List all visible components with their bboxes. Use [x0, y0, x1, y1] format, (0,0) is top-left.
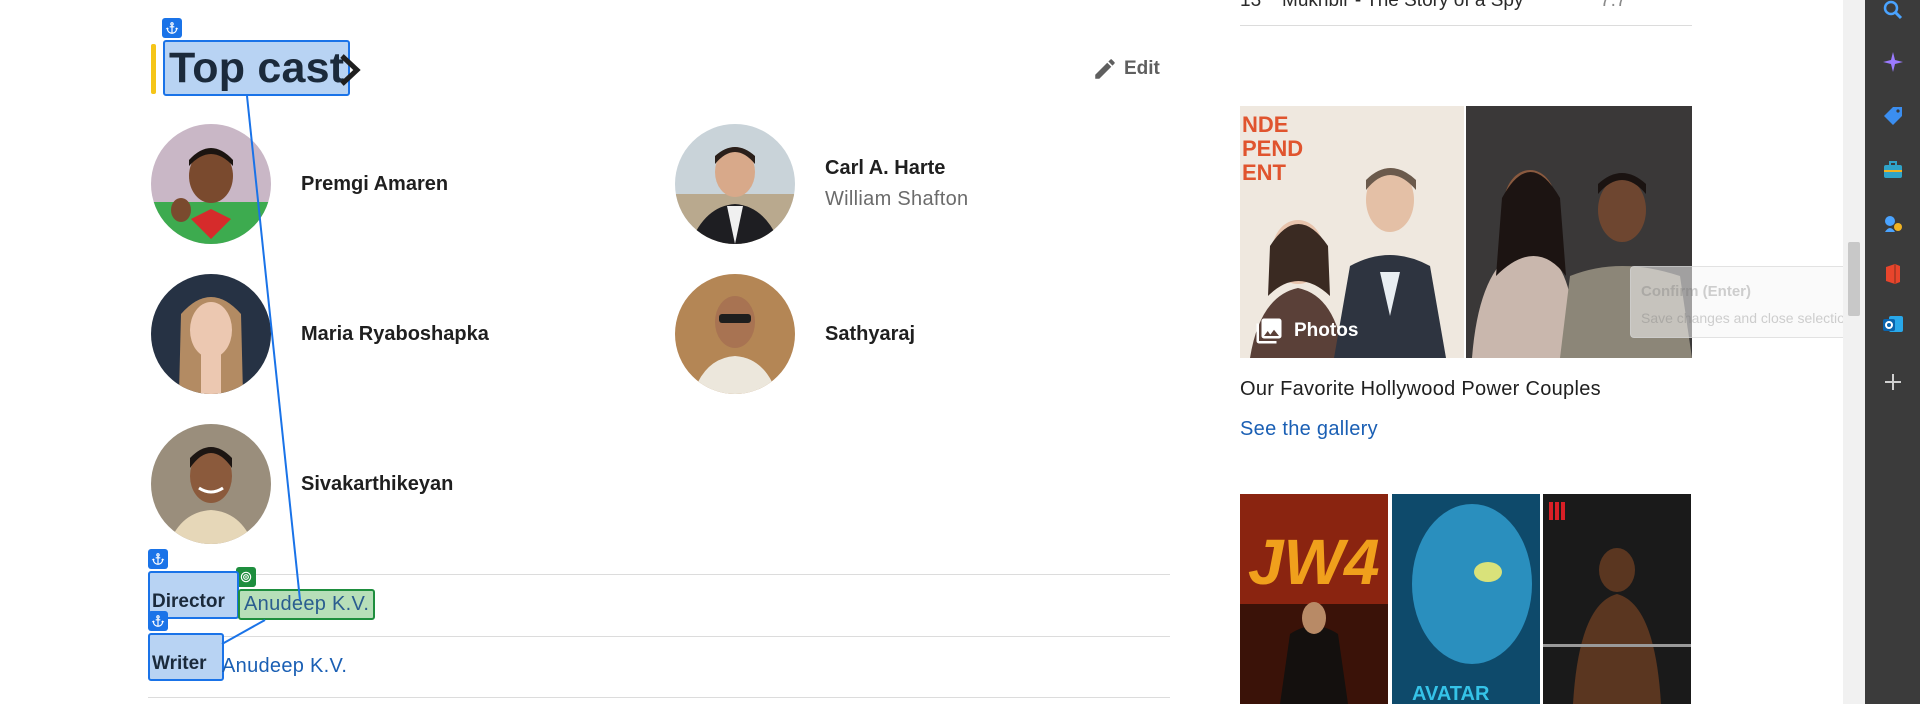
cast-role: William Shafton [825, 188, 969, 210]
cast-name[interactable]: Premgi Amaren [301, 173, 448, 196]
cast-name[interactable]: Carl A. Harte [825, 157, 968, 180]
writer-link[interactable]: Anudeep K.V. [222, 655, 347, 678]
page-scrollbar[interactable] [1843, 0, 1865, 704]
svg-text:AVATAR: AVATAR [1412, 683, 1490, 704]
poster-gallery: JW4 AVATAR [1240, 494, 1692, 704]
edit-label: Edit [1124, 58, 1160, 79]
anchor-icon [162, 18, 182, 38]
photos-badge-label: Photos [1294, 320, 1359, 341]
cast-name[interactable]: Maria Ryaboshapka [301, 323, 489, 346]
copilot-icon[interactable] [1865, 42, 1920, 82]
section-title: Top cast [169, 44, 345, 92]
credit-label: Writer [148, 633, 224, 681]
cast-avatar[interactable] [151, 424, 271, 544]
cast-item[interactable]: Premgi Amaren [151, 124, 448, 244]
director-link[interactable]: Anudeep K.V. [238, 589, 376, 620]
accent-bar [151, 44, 156, 94]
chevron-right-icon[interactable] [333, 50, 367, 90]
cast-item[interactable]: Maria Ryaboshapka [151, 274, 489, 394]
top-cast-header: Top cast Edit [148, 18, 1160, 98]
svg-text:JW4: JW4 [1248, 526, 1380, 598]
outlook-icon[interactable] [1865, 304, 1920, 344]
credit-row-director: Director Anudeep K.V. [148, 549, 1170, 636]
gallery-image[interactable]: NDE PEND ENT Photos [1240, 106, 1692, 358]
gallery-title[interactable]: Our Favorite Hollywood Power Couples [1240, 378, 1601, 401]
cast-avatar[interactable] [675, 124, 795, 244]
list-rating: 7.7 [1600, 0, 1627, 11]
cast-avatar[interactable] [151, 124, 271, 244]
photos-icon [1256, 318, 1282, 344]
svg-text:ENT: ENT [1242, 160, 1287, 185]
see-gallery-link[interactable]: See the gallery [1240, 418, 1378, 441]
poster-image[interactable]: JW4 [1240, 494, 1389, 704]
photos-badge: Photos [1254, 316, 1358, 346]
divider [148, 697, 1170, 698]
cast-name[interactable]: Sivakarthikeyan [301, 473, 453, 496]
browser-sidebar [1865, 0, 1920, 704]
cast-avatar[interactable] [151, 274, 271, 394]
svg-text:NDE: NDE [1242, 112, 1288, 137]
games-icon[interactable] [1865, 204, 1920, 244]
search-icon[interactable] [1865, 0, 1920, 30]
anchor-icon [148, 549, 168, 569]
anchor-icon [148, 611, 168, 631]
target-icon [236, 567, 256, 587]
cast-item[interactable]: Carl A. Harte William Shafton [675, 124, 968, 244]
cast-item[interactable]: Sathyaraj [675, 274, 915, 394]
list-title[interactable]: Mukhbir - The Story of a Spy [1282, 0, 1523, 12]
shopping-tag-icon[interactable] [1865, 96, 1920, 136]
credit-row-writer: Writer Anudeep K.V. [148, 611, 1170, 698]
list-rank: 13 [1240, 0, 1262, 11]
scrollbar-thumb[interactable] [1848, 242, 1860, 316]
section-title-selection[interactable]: Top cast [163, 40, 351, 96]
cast-name[interactable]: Sathyaraj [825, 323, 915, 346]
pencil-icon [1095, 59, 1115, 79]
top-list-item[interactable]: 13 Mukhbir - The Story of a Spy 7.7 [1240, 0, 1692, 26]
add-icon[interactable] [1865, 362, 1920, 402]
cast-item[interactable]: Sivakarthikeyan [151, 424, 453, 544]
office-icon[interactable] [1865, 254, 1920, 294]
svg-text:PEND: PEND [1242, 136, 1303, 161]
cast-avatar[interactable] [675, 274, 795, 394]
edit-button[interactable]: Edit [1092, 56, 1160, 82]
poster-image[interactable] [1543, 494, 1692, 704]
poster-image[interactable]: AVATAR [1391, 494, 1541, 704]
briefcase-icon[interactable] [1865, 150, 1920, 190]
